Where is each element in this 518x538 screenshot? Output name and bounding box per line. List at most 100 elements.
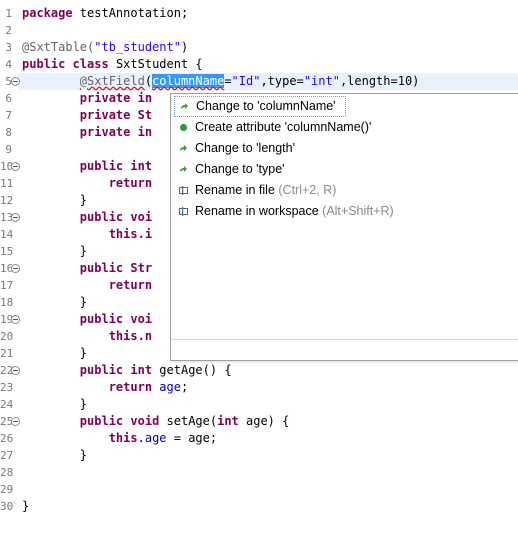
line-number: 23: [0, 381, 14, 394]
keyword: int: [217, 414, 239, 428]
fold-toggle-icon[interactable]: [11, 213, 20, 222]
code-text: .: [137, 431, 145, 445]
code-text: ): [180, 40, 189, 54]
code-line-15: }: [22, 243, 87, 260]
code-text: setAge(: [159, 414, 218, 428]
line-number: 12: [0, 194, 14, 207]
code-line-19: public voi: [22, 311, 152, 328]
code-line-4: public class SxtStudent {: [22, 56, 203, 73]
code-line-16: public Str: [22, 260, 152, 277]
code-text: public voi: [79, 210, 153, 224]
keyword: return: [108, 380, 153, 394]
line-number: 26: [0, 432, 14, 445]
line-number: 8: [5, 126, 12, 139]
code-text: }: [79, 244, 88, 258]
string-literal: "Id": [231, 74, 261, 88]
quick-fix-list: Change to 'columnName' Create attribute …: [173, 96, 517, 222]
line-number: 30: [0, 500, 14, 513]
selected-text[interactable]: columnName: [152, 74, 225, 88]
line-number: 7: [5, 109, 12, 122]
quick-fix-label: Rename in file: [195, 183, 275, 197]
code-text: testAnnotation;: [72, 6, 189, 20]
rename-icon: [179, 186, 188, 195]
code-line-6: private in: [22, 90, 152, 107]
code-line-14: this.i: [22, 226, 152, 243]
code-text: }: [22, 499, 30, 513]
code-text: }: [79, 397, 88, 411]
line-number: 2: [5, 24, 12, 37]
code-line-13: public voi: [22, 209, 152, 226]
change-arrow-icon: [180, 166, 187, 172]
quick-fix-item-change-to-type[interactable]: Change to 'type': [173, 159, 517, 180]
quick-fix-item-change-to-length[interactable]: Change to 'length': [173, 138, 517, 159]
code-line-7: private St: [22, 107, 152, 124]
code-line-12: }: [22, 192, 87, 209]
line-number: 28: [0, 466, 14, 479]
code-line-17: return: [22, 277, 152, 294]
code-line-26: this.age = age;: [22, 430, 217, 447]
code-line-1: package testAnnotation;: [22, 5, 188, 22]
change-arrow-icon: [180, 145, 187, 151]
code-text: age) {: [238, 414, 290, 428]
quick-fix-item-create-attribute[interactable]: Create attribute 'columnName()': [173, 117, 517, 138]
line-number: 20: [0, 330, 14, 343]
code-line-27: }: [22, 447, 87, 464]
code-line-3: @SxtTable("tb_student"): [22, 39, 188, 56]
code-text: getAge() {: [152, 363, 232, 377]
keyword: public: [79, 363, 124, 377]
code-editor[interactable]: 1 2 3 4 5 6 7 8 9 10 11 12 13 14 15 16 1…: [0, 0, 518, 538]
line-number: 17: [0, 279, 14, 292]
line-number: 18: [0, 296, 14, 309]
fold-toggle-icon[interactable]: [11, 264, 20, 273]
quick-fix-item-rename-in-workspace[interactable]: Rename in workspace (Alt+Shift+R): [173, 201, 517, 222]
code-line-22: public int getAge() {: [22, 362, 232, 379]
code-line-11: return: [22, 175, 152, 192]
code-line-10: public int: [22, 158, 152, 175]
line-number-gutter: 1 2 3 4 5 6 7 8 9 10 11 12 13 14 15 16 1…: [0, 0, 20, 538]
keyword: this: [108, 431, 138, 445]
code-line-21: }: [22, 345, 87, 362]
code-text: }: [79, 193, 88, 207]
code-text: public int: [79, 159, 153, 173]
code-text: SxtStudent {: [108, 57, 203, 71]
annotation: @SxtTable(: [22, 40, 95, 54]
keyword: class: [72, 57, 109, 71]
line-number: 9: [5, 143, 12, 156]
rename-icon: [179, 207, 188, 216]
code-text: private St: [79, 108, 153, 122]
code-line-18: }: [22, 294, 87, 311]
code-line-20: this.n: [22, 328, 152, 345]
quick-fix-popup[interactable]: Change to 'columnName' Create attribute …: [170, 93, 518, 361]
code-line-23: return age;: [22, 379, 189, 396]
quick-fix-item-change-to-columnname[interactable]: Change to 'columnName': [174, 96, 346, 117]
fold-toggle-icon[interactable]: [11, 77, 20, 86]
code-text: this.n: [108, 329, 153, 343]
code-line-30: }: [22, 498, 29, 515]
line-number: 3: [5, 41, 12, 54]
line-number: 4: [5, 58, 12, 71]
keyword: public: [22, 57, 66, 71]
fold-toggle-icon[interactable]: [11, 315, 20, 324]
fold-toggle-icon[interactable]: [11, 162, 20, 171]
line-number: 14: [0, 228, 14, 241]
fold-toggle-icon[interactable]: [11, 417, 20, 426]
quick-fix-label: Change to 'columnName': [196, 99, 336, 113]
change-arrow-icon: [181, 103, 188, 109]
quick-fix-label: Change to 'type': [195, 162, 285, 176]
annotation: @SxtField: [79, 74, 145, 88]
quick-fix-status-bar: [171, 339, 518, 360]
code-text: private in: [79, 125, 153, 139]
quick-fix-item-rename-in-file[interactable]: Rename in file (Ctrl+2, R): [173, 180, 517, 201]
code-text: ;: [180, 380, 189, 394]
line-number: 21: [0, 347, 14, 360]
keyword: public: [79, 414, 124, 428]
code-text: }: [79, 448, 88, 462]
string-literal: "tb_student": [94, 40, 181, 54]
fold-toggle-icon[interactable]: [11, 366, 20, 375]
string-literal: "int": [303, 74, 340, 88]
keyword: void: [130, 414, 160, 428]
code-text: = age;: [166, 431, 218, 445]
code-text: (: [144, 74, 153, 88]
code-text: ,type=: [260, 74, 304, 88]
code-text: ,length=10): [339, 74, 420, 88]
